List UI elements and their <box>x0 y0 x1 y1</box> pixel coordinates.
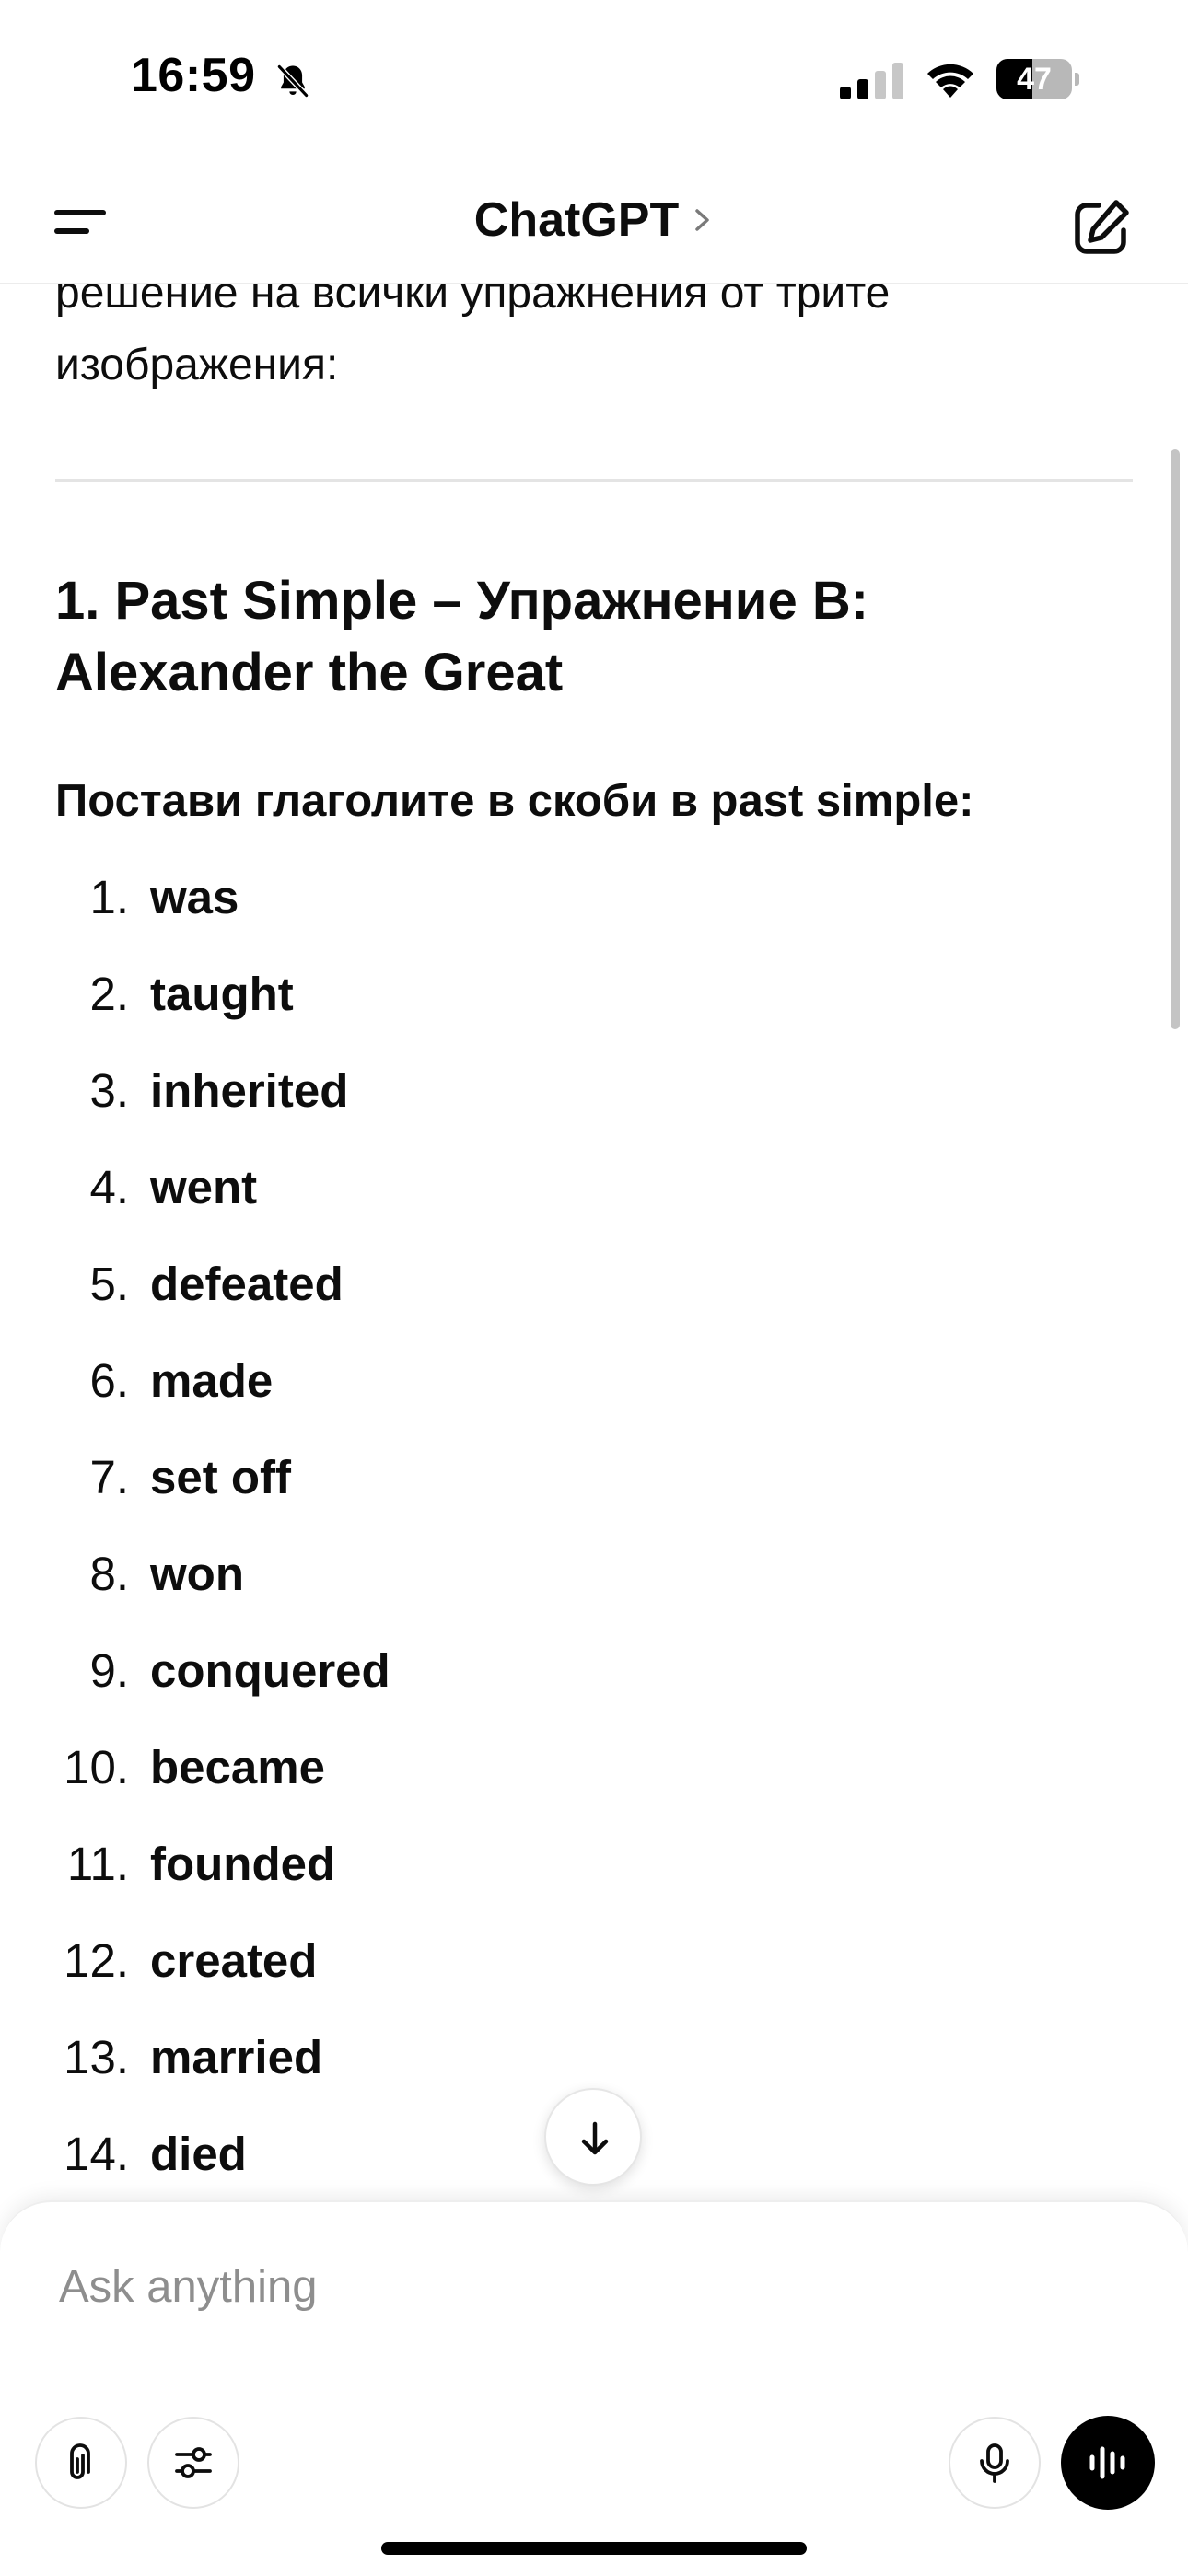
list-item: 6. made <box>0 1353 1188 1418</box>
list-item-number: 6. <box>89 1354 129 1407</box>
model-selector[interactable]: ChatGPT <box>0 192 1188 248</box>
list-item-number: 9. <box>89 1644 129 1697</box>
home-indicator <box>381 2542 807 2555</box>
list-item-answer: founded <box>150 1838 336 1890</box>
composer: Ask anything <box>0 2200 1188 2576</box>
scrollbar[interactable] <box>1171 449 1180 1029</box>
attach-button[interactable] <box>35 2417 127 2509</box>
list-item-answer: went <box>150 1161 258 1213</box>
scroll-to-bottom-button[interactable] <box>544 2088 642 2186</box>
list-item: 2. taught <box>0 967 1188 1031</box>
list-item-number: 10. <box>64 1741 129 1793</box>
new-chat-icon[interactable] <box>1068 194 1135 261</box>
tools-button[interactable] <box>147 2417 239 2509</box>
list-item: 13. married <box>0 2030 1188 2094</box>
exercise-instruction: Постави глаголите в скоби в past simple: <box>55 776 974 826</box>
sliders-icon <box>175 2447 212 2478</box>
section-heading-line: 1. Past Simple – Упражнение B: <box>55 571 869 631</box>
list-item-number: 12. <box>64 1934 129 1987</box>
chevron-right-icon[interactable] <box>692 205 714 235</box>
list-item-answer: defeated <box>150 1258 344 1310</box>
list-item: 4. went <box>0 1160 1188 1224</box>
list-item-number: 8. <box>89 1548 129 1600</box>
nav-bar: ChatGPT <box>0 161 1188 284</box>
conversation-content: решение на всички упражнения от трите из… <box>0 0 1188 2574</box>
voice-mode-icon <box>1089 2446 1125 2479</box>
list-item: 5. defeated <box>0 1257 1188 1321</box>
list-item-number: 4. <box>89 1161 129 1213</box>
list-item-number: 7. <box>89 1451 129 1503</box>
list-item-answer: became <box>150 1741 325 1793</box>
list-item-answer: inherited <box>150 1064 349 1117</box>
list-item-number: 2. <box>89 968 129 1020</box>
list-item-number: 1. <box>89 871 129 923</box>
section-heading: 1. Past Simple – Упражнение B: Alexander… <box>55 565 1124 709</box>
list-item: 12. created <box>0 1933 1188 1998</box>
list-item: 7. set off <box>0 1450 1188 1514</box>
message-input[interactable]: Ask anything <box>59 2261 318 2313</box>
list-item-number: 11. <box>66 1838 129 1890</box>
list-item-answer: conquered <box>150 1644 390 1697</box>
section-divider <box>55 479 1133 482</box>
list-item-answer: won <box>150 1548 244 1600</box>
list-item: 3. inherited <box>0 1063 1188 1128</box>
list-item-answer: set off <box>150 1451 291 1503</box>
voice-mode-button[interactable] <box>1061 2416 1155 2510</box>
list-item: 1. was <box>0 870 1188 934</box>
list-item: 11. founded <box>0 1837 1188 1901</box>
section-heading-line: Alexander the Great <box>55 643 564 702</box>
microphone-icon <box>980 2443 1009 2483</box>
list-item: 8. won <box>0 1547 1188 1611</box>
list-item-number: 3. <box>89 1064 129 1117</box>
list-item-answer: was <box>150 871 239 923</box>
list-item-answer: died <box>150 2128 247 2180</box>
list-item: 10. became <box>0 1740 1188 1804</box>
list-item-answer: made <box>150 1354 274 1407</box>
list-item-answer: married <box>150 2031 323 2083</box>
arrow-down-icon <box>581 2121 609 2155</box>
list-item-answer: created <box>150 1934 318 1987</box>
list-item-answer: taught <box>150 968 294 1020</box>
paperclip-icon <box>70 2443 90 2479</box>
list-item-number: 13. <box>64 2031 129 2083</box>
message-intro-line: изображения: <box>55 341 339 389</box>
dictation-button[interactable] <box>949 2417 1041 2509</box>
nav-title[interactable]: ChatGPT <box>474 193 679 247</box>
list-item: 9. conquered <box>0 1643 1188 1708</box>
list-item-number: 14. <box>64 2128 129 2180</box>
list-item-number: 5. <box>89 1258 129 1310</box>
